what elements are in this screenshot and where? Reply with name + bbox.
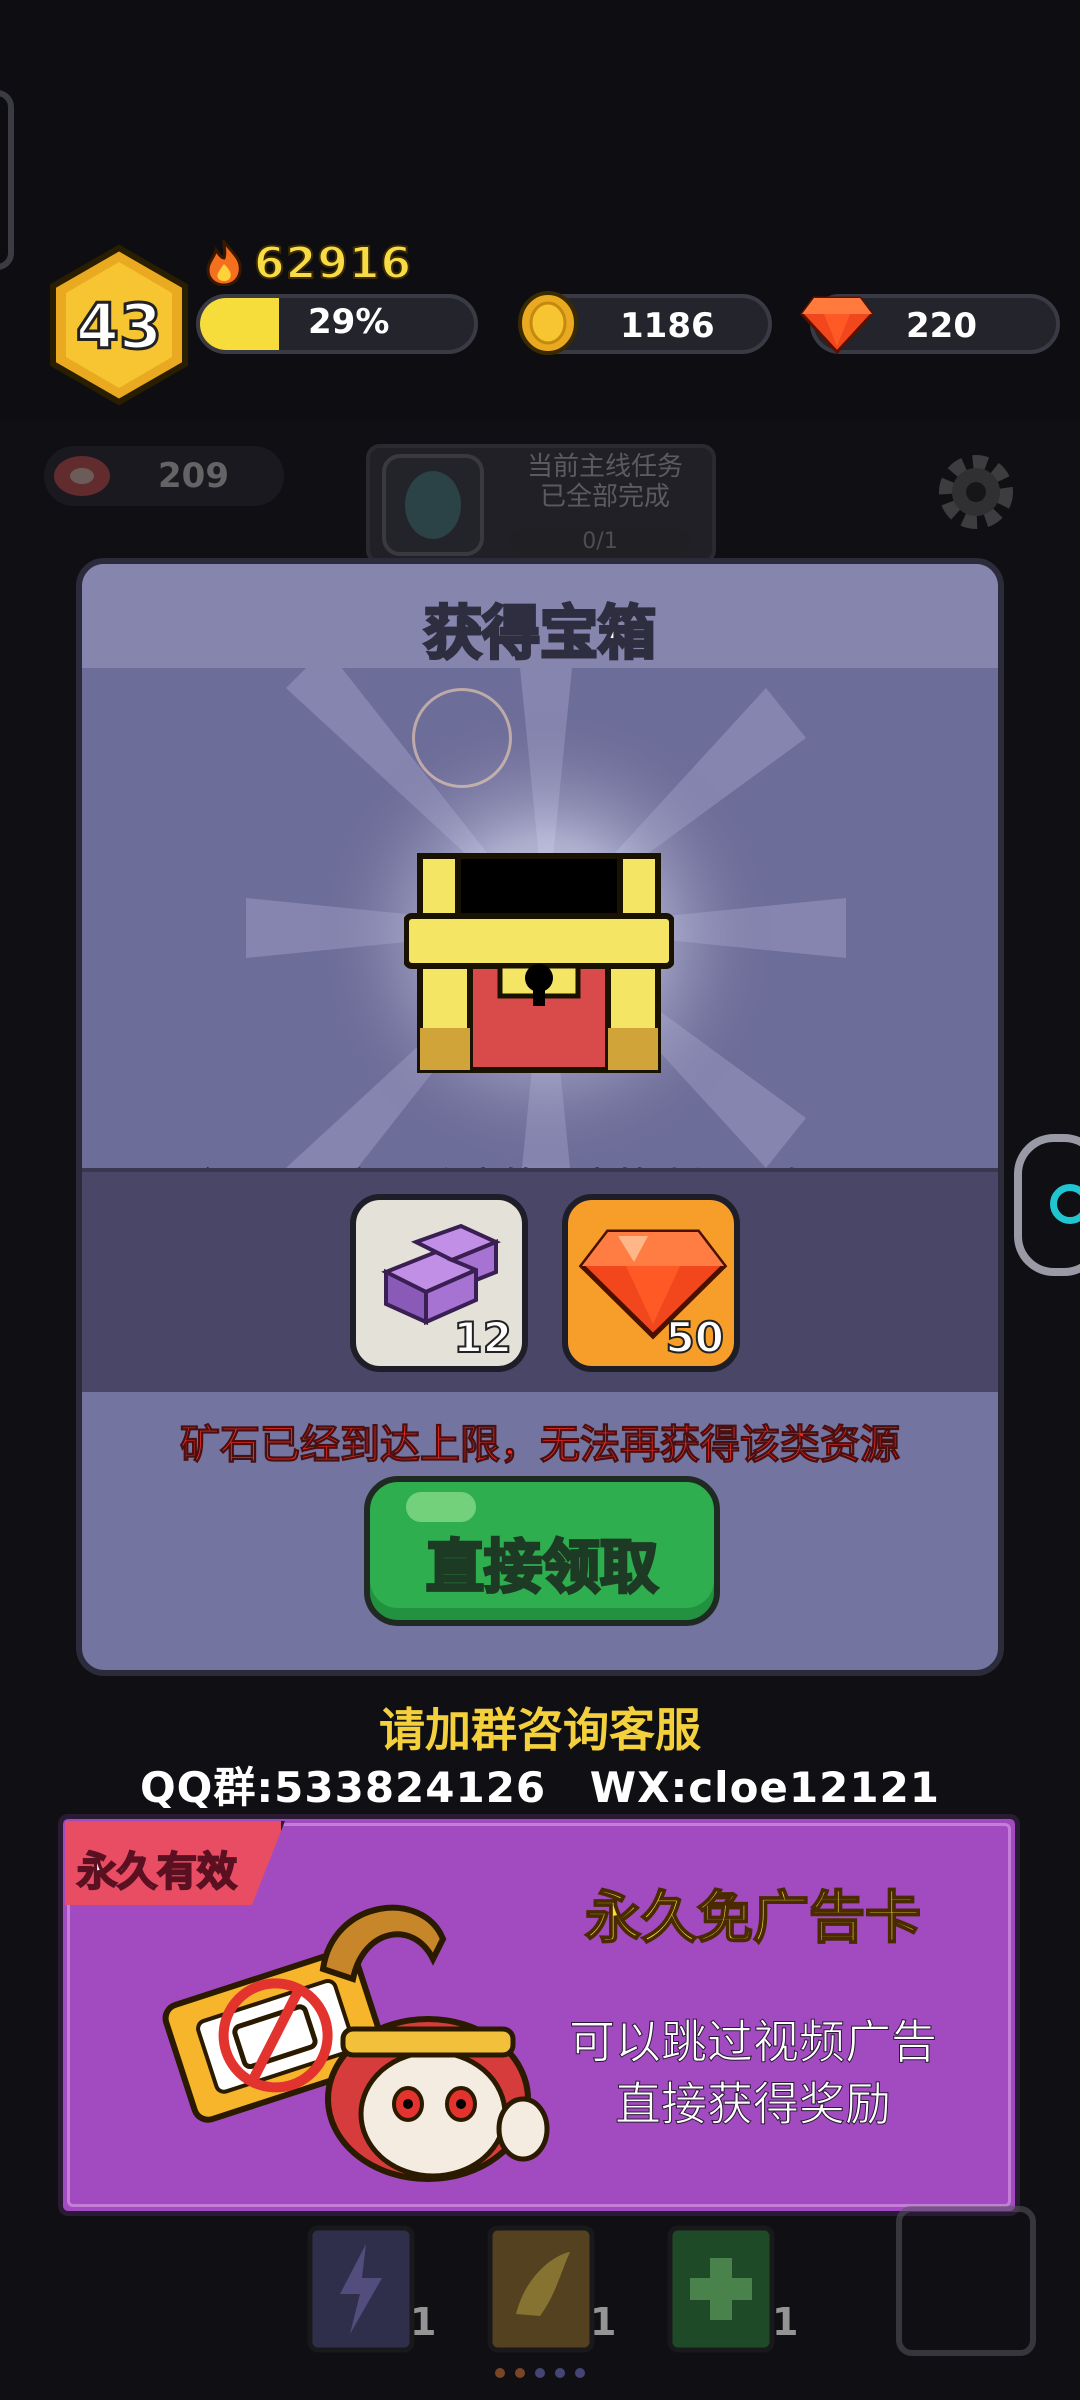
nav-count-2: 1 [590,2300,617,2344]
treasure-chest-icon [404,853,674,1073]
xp-bar-fill [200,298,280,350]
contact-title: 请加群咨询客服 [379,1703,701,1757]
quest-line1: 当前主线任务 [526,452,683,482]
dialog-header: 获得宝箱 [82,564,998,669]
level-number: 43 [74,289,163,365]
power-value: 62916 [253,237,413,290]
quest-progress: 0/1 [510,528,690,556]
claim-button-label: 直接领取 [424,1532,659,1603]
ad-desc-line1: 可以跳过视频广告 [569,2015,938,2070]
quest-status-text: 当前主线任务 已全部完成 [500,452,710,512]
lightning-card-icon[interactable] [306,2224,416,2354]
ad-tag-label: 永久有效 [76,1848,238,1896]
coin-value: 1186 [620,306,715,346]
top-hud: 43 62916 29% 1186 220 [0,0,1080,420]
claim-button[interactable]: 直接领取 [364,1476,720,1626]
quest-portal-icon [382,454,484,556]
chest-display: 今日已开启34个宝箱，宝箱资源下降50% [82,668,998,1168]
reward-qty-ore: 12 [453,1312,513,1363]
coin-icon [518,291,578,355]
monkey-ticket-icon [162,1904,550,2182]
sparkle-ring [412,688,512,788]
power-display: 62916 [204,237,413,290]
reward-item-ore[interactable]: 12 [350,1194,528,1372]
dialog-title: 获得宝箱 [422,598,657,669]
heal-card-icon[interactable] [666,2224,776,2354]
nav-count-3: 1 [772,2300,799,2344]
button-shine [406,1492,476,1522]
ad-card-description: 可以跳过视频广告 直接获得奖励 [543,2011,963,2135]
side-event-button[interactable] [1014,1134,1080,1276]
quest-line2: 已全部完成 [539,482,670,512]
nav-count-1: 1 [410,2300,437,2344]
contact-info: QQ群:533824126 WX:cloe12121 [139,1763,941,1812]
xp-percent: 29% [308,302,390,342]
gear-icon[interactable] [930,446,1022,538]
gem-value: 220 [906,306,977,346]
ad-tag-badge: 永久有效 [65,1821,285,1905]
chest-reward-dialog: 获得宝箱 12 50 矿石已经到达上限，无法再获得该类资源 直接领取 [76,558,1004,1676]
meat-value: 209 [158,456,229,496]
daily-chest-notice: 今日已开启34个宝箱，宝箱资源下降50% [82,1156,998,1169]
gem-icon [800,296,874,354]
flame-icon [206,240,242,286]
reward-item-gem[interactable]: 50 [562,1194,740,1372]
ad-desc-line2: 直接获得奖励 [615,2077,892,2132]
portal-icon[interactable] [896,2206,1036,2356]
meat-icon [54,456,110,496]
side-panel-tab[interactable] [0,90,14,270]
page-dots [495,2368,585,2378]
xp-bar: 29% [196,294,478,354]
wing-card-icon[interactable] [486,2224,596,2354]
ad-card-title: 永久免广告卡 [584,1885,922,1952]
no-ads-card-banner[interactable]: 永久有效 永久免广告卡 可以跳过视频广告 直接获得奖励 [58,1814,1020,2216]
rewards-list: 12 50 [82,1168,998,1392]
ore-limit-warning: 矿石已经到达上限，无法再获得该类资源 [180,1422,901,1469]
reward-qty-gem: 50 [665,1312,725,1363]
event-ring-icon [1050,1184,1080,1224]
